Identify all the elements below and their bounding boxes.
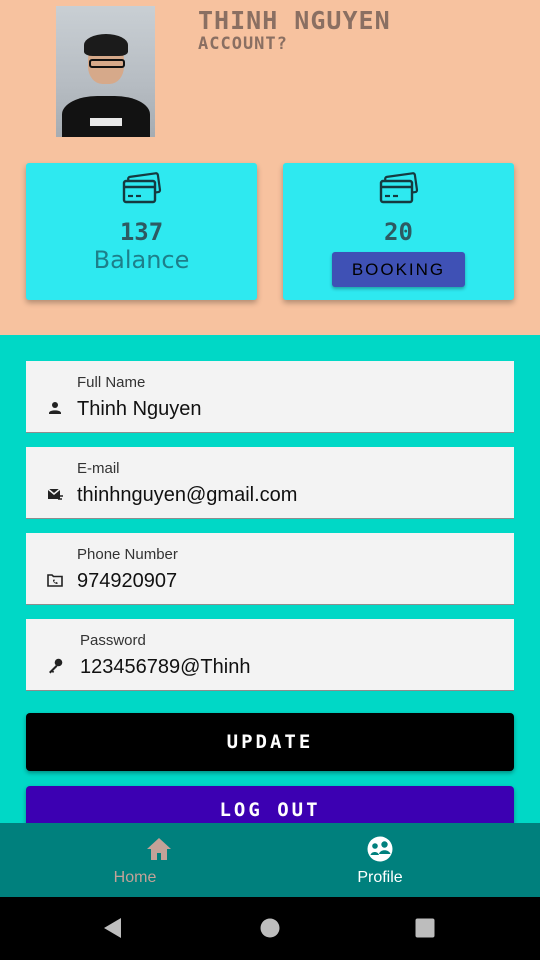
phone-label: Phone Number bbox=[77, 546, 178, 563]
phone-field[interactable]: Phone Number bbox=[26, 533, 514, 605]
full-name-field[interactable]: Full Name bbox=[26, 361, 514, 433]
password-field[interactable]: Password bbox=[26, 619, 514, 691]
nav-profile-label: Profile bbox=[357, 869, 403, 886]
home-icon bbox=[147, 838, 171, 860]
balance-label: Balance bbox=[93, 246, 190, 274]
person-icon bbox=[49, 402, 61, 414]
password-input[interactable] bbox=[80, 653, 500, 681]
balance-card: 137 Balance bbox=[26, 163, 257, 300]
key-icon bbox=[49, 658, 63, 674]
avatar-shirt bbox=[62, 96, 150, 137]
booking-button[interactable]: BOOKING bbox=[332, 252, 465, 287]
email-input[interactable] bbox=[77, 481, 497, 509]
booking-card: 20 BOOKING bbox=[283, 163, 514, 300]
phone-icon bbox=[47, 574, 63, 587]
profile-icon bbox=[367, 836, 393, 862]
home-circle-icon[interactable] bbox=[258, 916, 282, 940]
email-field[interactable]: E-mail bbox=[26, 447, 514, 519]
profile-name: THINH NGUYEN bbox=[198, 6, 391, 35]
avatar-glasses bbox=[89, 59, 125, 68]
credit-cards-icon bbox=[379, 172, 419, 204]
profile-header: THINH NGUYEN ACCOUNT? 137 Balance 20 BOO… bbox=[0, 0, 540, 335]
back-icon[interactable] bbox=[101, 916, 125, 940]
avatar-hair bbox=[84, 34, 128, 56]
balance-value: 137 bbox=[119, 218, 164, 246]
nav-profile[interactable]: Profile bbox=[244, 823, 514, 897]
credit-cards-icon bbox=[122, 172, 162, 204]
system-navigation-bar bbox=[0, 897, 540, 960]
recents-icon[interactable] bbox=[413, 916, 437, 940]
phone-input[interactable] bbox=[77, 567, 497, 595]
account-link[interactable]: ACCOUNT? bbox=[198, 34, 288, 54]
update-button[interactable]: UPDATE bbox=[26, 713, 514, 771]
booking-count: 20 bbox=[384, 218, 413, 246]
avatar-shirt-print bbox=[90, 118, 122, 126]
nav-home-label: Home bbox=[113, 869, 157, 886]
mail-icon bbox=[47, 488, 63, 500]
email-label: E-mail bbox=[77, 460, 120, 477]
avatar bbox=[56, 6, 155, 137]
full-name-label: Full Name bbox=[77, 374, 146, 391]
bottom-navigation: Home Profile bbox=[0, 823, 540, 897]
password-label: Password bbox=[80, 632, 146, 649]
full-name-input[interactable] bbox=[77, 395, 497, 423]
